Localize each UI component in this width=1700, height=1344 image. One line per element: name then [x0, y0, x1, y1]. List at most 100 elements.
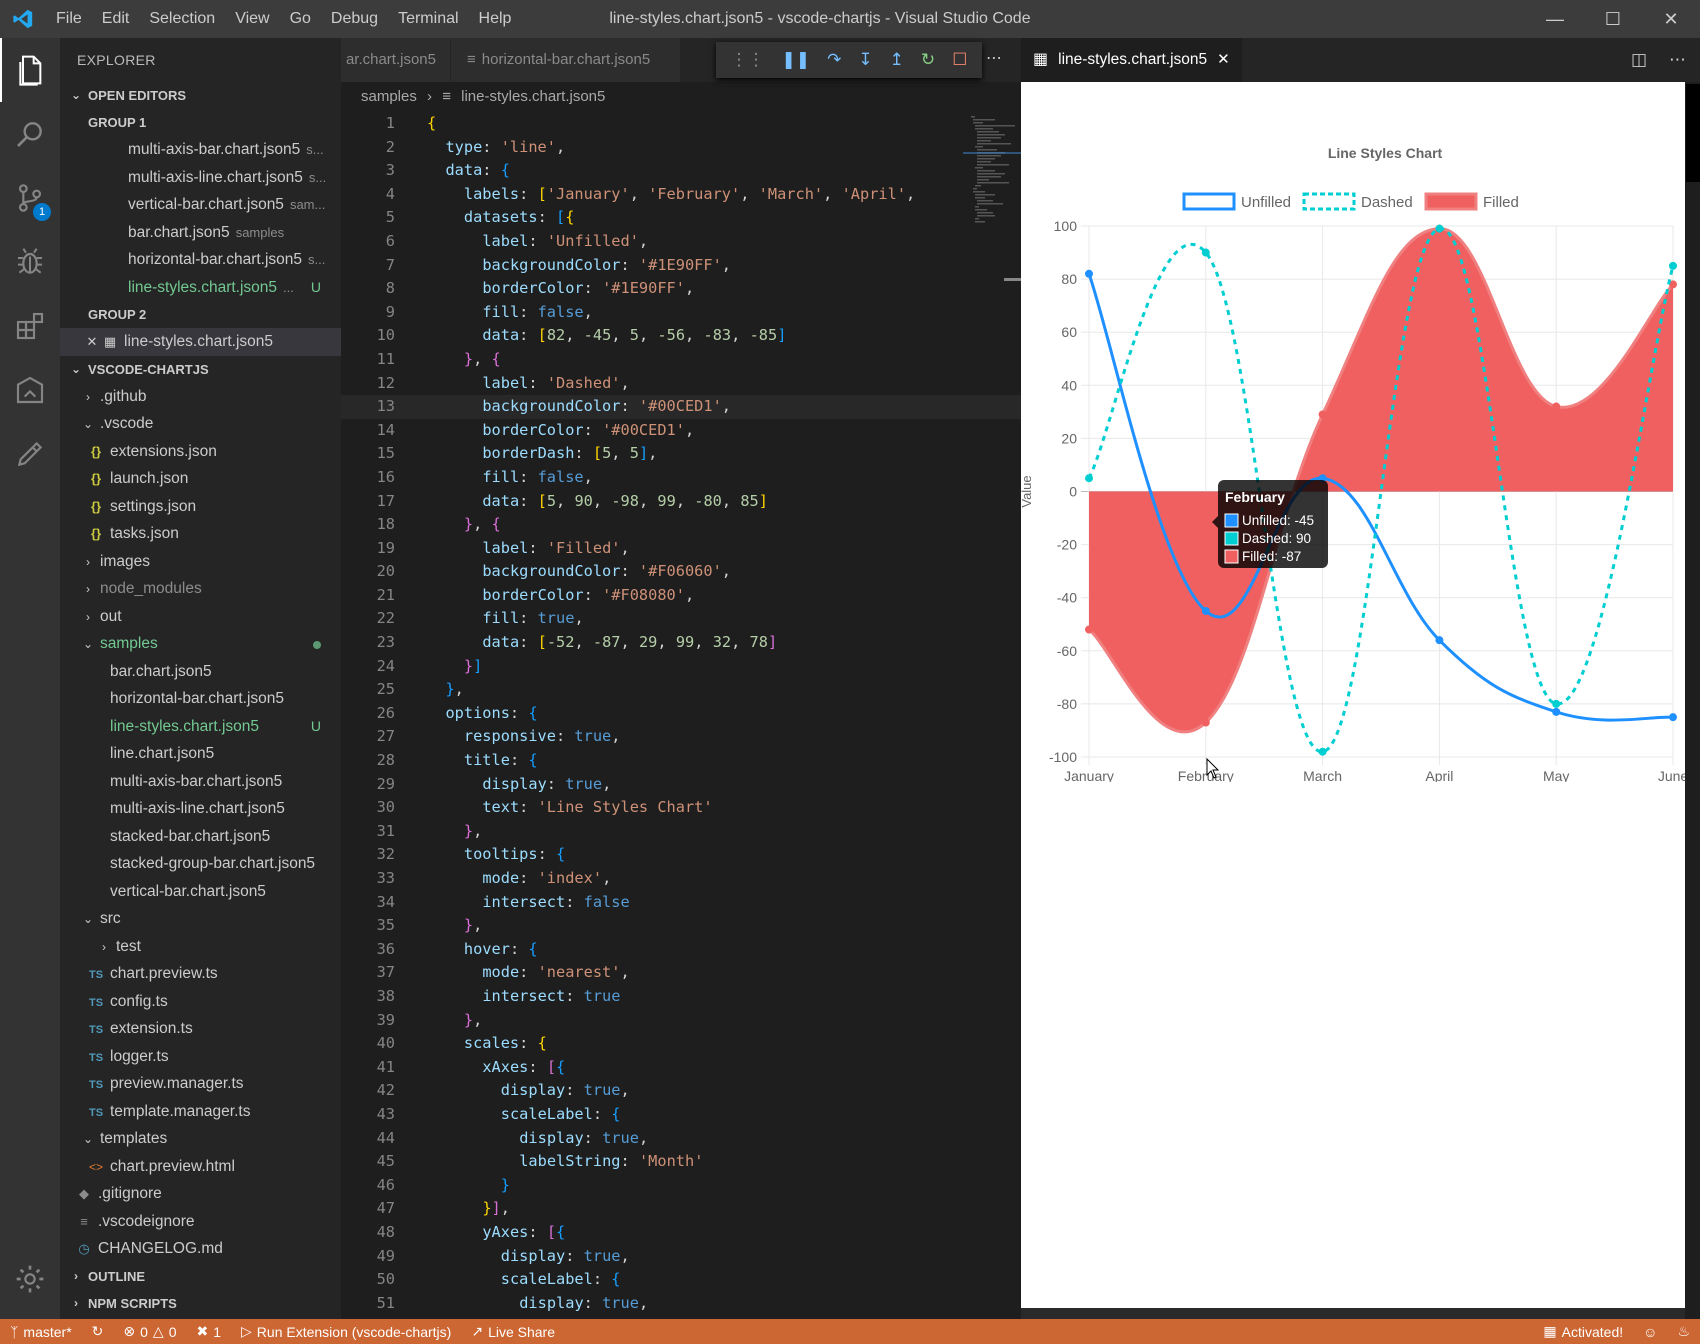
ts-file[interactable]: TS config.ts — [60, 988, 341, 1016]
more-actions-icon[interactable]: ⋯ — [1669, 50, 1686, 70]
feedback-smiley-icon[interactable]: ☺ — [1633, 1323, 1667, 1340]
processes-status[interactable]: ✖ 1 — [186, 1323, 231, 1340]
vscode-logo-icon — [0, 0, 46, 38]
file-extensions-json[interactable]: {} extensions.json — [60, 438, 341, 466]
horizontal-scrollbar[interactable] — [1021, 1308, 1685, 1319]
folder-github[interactable]: › .github — [60, 383, 341, 411]
open-editor-item[interactable]: horizontal-bar.chart.json5 s... — [60, 246, 341, 274]
folder-src[interactable]: ⌄ src — [60, 905, 341, 933]
restart-icon[interactable]: ↻ — [921, 50, 935, 70]
sample-file[interactable]: line-styles.chart.json5 U — [60, 713, 341, 741]
folder-test[interactable]: › test — [60, 933, 341, 961]
open-editor-item-group2[interactable]: ✕ ▦ line-styles.chart.json5 — [60, 328, 341, 356]
open-editor-item[interactable]: bar.chart.json5 samples — [60, 219, 341, 247]
folder-out[interactable]: › out — [60, 603, 341, 631]
file-tasks-json[interactable]: {} tasks.json — [60, 520, 341, 548]
more-actions-icon[interactable]: ⋯ — [986, 48, 1002, 68]
project-header[interactable]: ⌄ VSCODE-CHARTJS — [60, 356, 341, 383]
minimize-icon[interactable]: — — [1526, 0, 1584, 38]
file-label: multi-axis-bar.chart.json5 — [110, 772, 283, 790]
drag-handle-icon[interactable]: ⋮⋮ — [731, 50, 765, 70]
sample-file[interactable]: horizontal-bar.chart.json5 — [60, 685, 341, 713]
folder-vscode[interactable]: ⌄ .vscode — [60, 410, 341, 438]
file-launch-json[interactable]: {} launch.json — [60, 465, 341, 493]
menu-file[interactable]: File — [46, 0, 92, 38]
file-gitignore[interactable]: ◆ .gitignore — [60, 1180, 341, 1208]
live-share-status[interactable]: ↗ Live Share — [461, 1323, 565, 1340]
sample-file[interactable]: vertical-bar.chart.json5 — [60, 878, 341, 906]
close-icon[interactable]: ✕ — [84, 328, 100, 356]
text-file-icon: ≡ — [442, 88, 451, 105]
branch-status[interactable]: ᛉ master* — [0, 1324, 82, 1340]
ts-file[interactable]: TS preview.manager.ts — [60, 1070, 341, 1098]
step-into-icon[interactable]: ↧ — [858, 50, 872, 70]
open-editors-header[interactable]: ⌄ OPEN EDITORS — [60, 82, 341, 109]
open-editor-item[interactable]: multi-axis-bar.chart.json5 s... — [60, 136, 341, 164]
maximize-icon[interactable]: ☐ — [1584, 0, 1642, 38]
close-icon[interactable]: ✕ — [1217, 38, 1230, 82]
sample-file[interactable]: multi-axis-line.chart.json5 — [60, 795, 341, 823]
activated-status[interactable]: ▦ Activated! — [1533, 1323, 1633, 1340]
open-editor-item[interactable]: vertical-bar.chart.json5 sam... — [60, 191, 341, 219]
sample-file[interactable]: bar.chart.json5 — [60, 658, 341, 686]
problems-status[interactable]: ⊗ 0 △ 0 — [113, 1323, 186, 1340]
code-area[interactable]: 1{2 type: 'line', 3 data: {4 labels: ['Ja… — [341, 112, 1021, 1319]
y-tick-label: -40 — [1057, 590, 1077, 606]
scrollbar-thumb[interactable] — [1004, 278, 1021, 281]
tooltip-line: Unfilled: -45 — [1242, 513, 1314, 528]
file-changelog[interactable]: ◷ CHANGELOG.md — [60, 1235, 341, 1263]
minimap[interactable] — [963, 112, 1021, 262]
sample-file[interactable]: line.chart.json5 — [60, 740, 341, 768]
data-point — [1085, 474, 1093, 483]
live-share-icon[interactable] — [0, 422, 60, 486]
tab-horizontal-bar[interactable]: ≡ horizontal-bar.chart.json5 — [451, 38, 681, 82]
open-editor-item[interactable]: multi-axis-line.chart.json5 s... — [60, 164, 341, 192]
ts-file[interactable]: TS chart.preview.ts — [60, 960, 341, 988]
preview-scrollbar[interactable] — [1686, 82, 1700, 1319]
menu-terminal[interactable]: Terminal — [388, 0, 468, 38]
split-editor-icon[interactable]: ◫ — [1631, 50, 1647, 70]
menu-help[interactable]: Help — [469, 0, 522, 38]
folder-images[interactable]: › images — [60, 548, 341, 576]
breadcrumb-folder[interactable]: samples — [361, 88, 417, 105]
sample-file[interactable]: multi-axis-bar.chart.json5 — [60, 768, 341, 796]
file-label: bar.chart.json5 — [110, 662, 212, 680]
menu-debug[interactable]: Debug — [321, 0, 388, 38]
close-window-icon[interactable]: ✕ — [1642, 0, 1700, 38]
source-control-icon[interactable]: 1 — [0, 166, 60, 230]
sample-file[interactable]: stacked-bar.chart.json5 — [60, 823, 341, 851]
data-point — [1435, 224, 1444, 233]
remote-explorer-icon[interactable] — [0, 358, 60, 422]
folder-samples[interactable]: ⌄ samples — [60, 630, 341, 658]
menu-edit[interactable]: Edit — [92, 0, 140, 38]
folder-templates[interactable]: ⌄ templates — [60, 1125, 341, 1153]
notifications-bell-icon[interactable]: ♨ — [1667, 1323, 1700, 1340]
menu-view[interactable]: View — [225, 0, 279, 38]
step-over-icon[interactable]: ↷ — [827, 50, 841, 70]
tab-bar-chart[interactable]: ar.chart.json5 — [341, 38, 451, 82]
tab-line-styles-preview[interactable]: ▦ line-styles.chart.json5 ✕ — [1021, 38, 1242, 82]
breadcrumb-file[interactable]: line-styles.chart.json5 — [461, 88, 605, 105]
sync-status[interactable]: ↻ — [82, 1323, 114, 1340]
ts-file[interactable]: TS template.manager.ts — [60, 1098, 341, 1126]
ts-file[interactable]: TS extension.ts — [60, 1015, 341, 1043]
step-out-icon[interactable]: ↥ — [890, 50, 904, 70]
settings-gear-icon[interactable] — [0, 1247, 60, 1311]
file-chart-preview-html[interactable]: <> chart.preview.html — [60, 1153, 341, 1181]
open-editor-item-active[interactable]: line-styles.chart.json5... U — [60, 274, 341, 302]
outline-header[interactable]: › OUTLINE — [60, 1263, 341, 1290]
npm-scripts-header[interactable]: › NPM SCRIPTS — [60, 1290, 341, 1317]
search-icon[interactable] — [0, 102, 60, 166]
debug-icon[interactable] — [0, 230, 60, 294]
run-extension-status[interactable]: ▷ Run Extension (vscode-chartjs) — [231, 1323, 461, 1340]
folder-node-modules[interactable]: › node_modules — [60, 575, 341, 603]
ts-file[interactable]: TS logger.ts — [60, 1043, 341, 1071]
file-vscodeignore[interactable]: ≡ .vscodeignore — [60, 1208, 341, 1236]
stop-icon[interactable]: ☐ — [952, 50, 967, 70]
menu-go[interactable]: Go — [280, 0, 321, 38]
pause-icon[interactable]: ❚❚ — [782, 50, 811, 70]
sample-file[interactable]: stacked-group-bar.chart.json5 — [60, 850, 341, 878]
extensions-icon[interactable] — [0, 294, 60, 358]
file-settings-json[interactable]: {} settings.json — [60, 493, 341, 521]
menu-selection[interactable]: Selection — [139, 0, 225, 38]
